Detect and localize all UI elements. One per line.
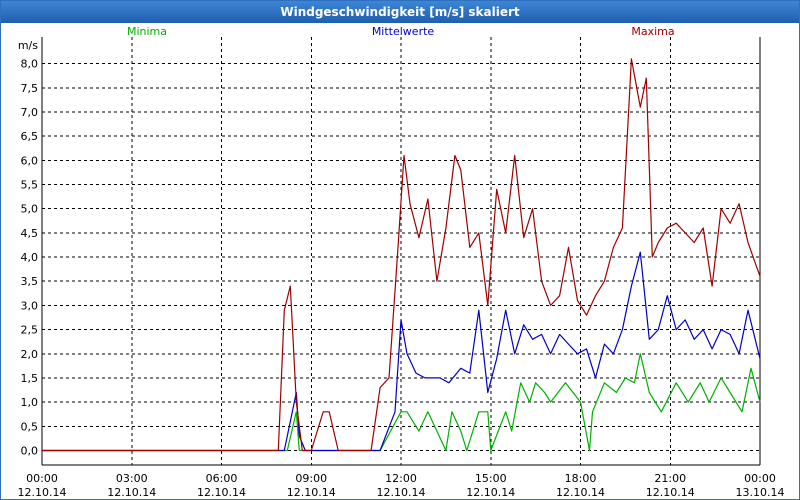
legend: Minima Mittelwerte Maxima <box>127 25 675 38</box>
x-tick-time: 15:00 <box>475 472 507 485</box>
tick-labels: 0,0 0,5 1,0 1,5 2,0 2,5 3,0 3,5 4,0 4,5 5,0 5,5 6,0 6… <box>18 39 785 499</box>
legend-mittelwerte: Mittelwerte <box>372 25 435 38</box>
chart-window: Windgeschwindigkeit [m/s] skaliert 0,0 0,… <box>0 0 800 500</box>
x-tick-date: 12.10.14 <box>107 486 156 499</box>
x-tick-time: 12:00 <box>385 472 417 485</box>
y-tick-label: 8,0 <box>21 58 39 71</box>
y-tick-label: 0,0 <box>21 444 39 457</box>
x-tick-date: 12.10.14 <box>18 486 67 499</box>
chart-area: 0,0 0,5 1,0 1,5 2,0 2,5 3,0 3,5 4,0 4,5 5,0 5,5 6,0 6… <box>18 25 785 499</box>
x-tick-date: 12.10.14 <box>466 486 515 499</box>
x-tick-time: 00:00 <box>26 472 58 485</box>
legend-maxima: Maxima <box>631 25 674 38</box>
legend-minima: Minima <box>127 25 167 38</box>
x-tick-time: 06:00 <box>206 472 238 485</box>
y-tick-label: 2,5 <box>21 324 39 337</box>
x-tick-date: 12.10.14 <box>287 486 336 499</box>
x-tick-date: 13.10.14 <box>736 486 785 499</box>
x-tick-date: 12.10.14 <box>556 486 605 499</box>
y-tick-label: 7,0 <box>21 106 39 119</box>
y-tick-label: 3,5 <box>21 275 39 288</box>
y-tick-label: 0,5 <box>21 420 39 433</box>
y-tick-label: 1,5 <box>21 372 39 385</box>
x-tick-time: 18:00 <box>565 472 597 485</box>
x-tick-date: 12.10.14 <box>646 486 695 499</box>
y-tick-label: 5,5 <box>21 179 39 192</box>
y-tick-label: 3,0 <box>21 299 39 312</box>
x-tick-time: 21:00 <box>654 472 686 485</box>
x-tick-time: 09:00 <box>295 472 327 485</box>
y-tick-label: 1,0 <box>21 396 39 409</box>
y-tick-label: 4,0 <box>21 251 39 264</box>
y-tick-label: 4,5 <box>21 227 39 240</box>
window-title: Windgeschwindigkeit [m/s] skaliert <box>280 5 520 19</box>
y-tick-label: 7,5 <box>21 82 39 95</box>
title-bar: Windgeschwindigkeit [m/s] skaliert <box>1 1 799 23</box>
x-tick-time: 00:00 <box>744 472 776 485</box>
x-tick-date: 12.10.14 <box>197 486 246 499</box>
y-tick-label: 5,0 <box>21 203 39 216</box>
y-tick-label: 6,5 <box>21 130 39 143</box>
y-tick-label: 2,0 <box>21 348 39 361</box>
y-axis-unit: m/s <box>18 39 38 52</box>
x-tick-time: 03:00 <box>116 472 148 485</box>
x-tick-date: 12.10.14 <box>377 486 426 499</box>
y-tick-label: 6,0 <box>21 154 39 167</box>
